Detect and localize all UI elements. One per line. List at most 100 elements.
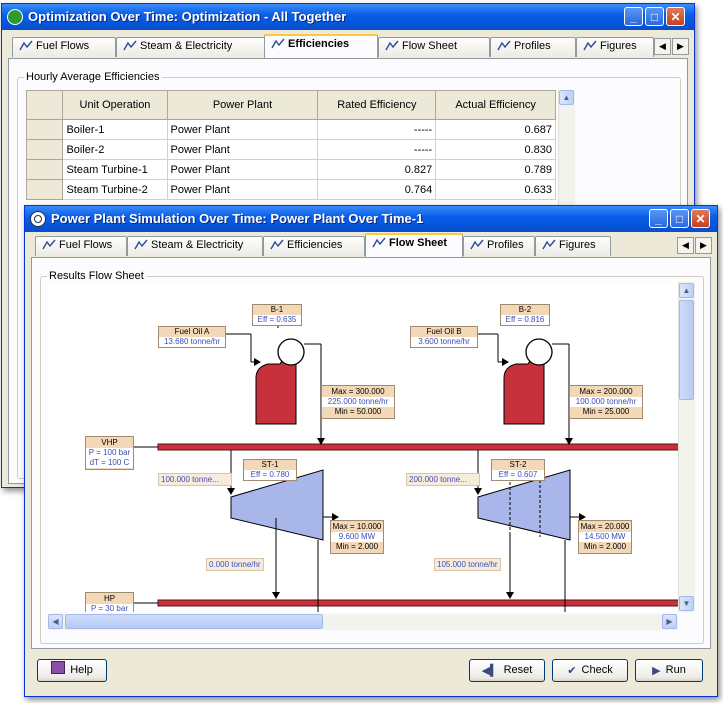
table-cell[interactable]: 0.830 [435,139,556,160]
b2-eff: Eff = 0.816 [501,315,549,325]
chart-icon [134,239,148,250]
tab-fuel-flows[interactable]: Fuel Flows [12,37,116,57]
table-vertical-scrollbar[interactable]: ▲ [558,90,575,210]
scroll-up-button[interactable]: ▲ [559,90,574,105]
scroll-left-button[interactable]: ◀ [48,614,63,629]
scroll-up-button[interactable]: ▲ [679,283,694,298]
hp-header-label[interactable]: HP P = 30 bar [85,592,134,612]
row-header[interactable] [25,179,64,200]
col-header-rated-efficiency[interactable]: Rated Efficiency [317,90,437,120]
scroll-right-button[interactable]: ▶ [662,614,677,629]
table-cell[interactable]: Boiler-1 [62,119,168,140]
minimize-button[interactable]: _ [624,7,643,26]
st2-extraction-flow[interactable]: 105.000 tonne/hr [434,558,501,571]
table-cell[interactable]: ----- [317,119,437,140]
tab-steam-electricity[interactable]: Steam & Electricity [116,37,266,57]
st2-inlet-flow[interactable]: 200.000 tonne... [406,473,480,486]
row-header[interactable] [25,119,64,140]
reset-button[interactable]: ◀▍ Reset [469,659,545,682]
st2-power: 14.500 MW [579,532,631,542]
table-row[interactable]: Boiler-1 Power Plant ----- 0.687 [25,119,556,140]
table-cell[interactable]: ----- [317,139,437,160]
rewind-icon: ◀▍ [481,665,499,677]
maximize-button[interactable]: □ [670,209,689,228]
row-header[interactable] [25,159,64,180]
hp-name: HP [103,594,116,603]
vhp-header-label[interactable]: VHP P = 100 bar dT = 100 C [85,436,134,470]
efficiencies-table: Unit Operation Power Plant Rated Efficie… [25,90,556,200]
table-cell[interactable]: Steam Turbine-1 [62,159,168,180]
table-cell[interactable]: Boiler-2 [62,139,168,160]
tab-profiles[interactable]: Profiles [490,37,576,57]
table-cell[interactable]: Power Plant [166,179,319,200]
flow-sheet-vertical-scrollbar[interactable]: ▲ ▼ [678,282,695,612]
front-titlebar[interactable]: Power Plant Simulation Over Time: Power … [25,206,717,232]
st1-limits[interactable]: Max = 10.000 9.600 MW Min = 2.000 [330,520,384,554]
st1-eff: Eff = 0.780 [244,470,296,480]
horizontal-scroll-thumb[interactable] [65,614,323,629]
run-button[interactable]: ▶ Run [635,659,703,682]
tab-efficiencies[interactable]: Efficiencies [263,236,365,256]
boiler-2-limits[interactable]: Max = 200.000 100.000 tonne/hr Min = 25.00… [569,385,643,419]
maximize-button[interactable]: □ [645,7,664,26]
tab-scroll-left-button[interactable]: ◀ [654,38,671,55]
table-cell[interactable]: Power Plant [166,139,319,160]
table-cell[interactable]: 0.633 [435,179,556,200]
tab-label: Figures [600,40,637,52]
back-tab-strip: Fuel Flows Steam & Electricity Efficienc… [8,34,689,58]
table-row[interactable]: Steam Turbine-2 Power Plant 0.764 0.633 [25,179,556,200]
table-cell[interactable]: 0.827 [317,159,437,180]
boiler-1-limits[interactable]: Max = 300.000 225.000 tonne/hr Min = 50.00… [321,385,395,419]
col-header-unit-operation[interactable]: Unit Operation [62,90,168,120]
vertical-scroll-thumb[interactable] [679,300,694,400]
tab-fuel-flows[interactable]: Fuel Flows [35,236,127,256]
tab-profiles[interactable]: Profiles [463,236,535,256]
tab-flow-sheet[interactable]: Flow Sheet [365,233,463,257]
st1-extraction-flow[interactable]: 0.000 tonne/hr [206,558,264,571]
b2-name: B-2 [501,305,549,315]
fuel-oil-a-label[interactable]: Fuel Oil A 13.680 tonne/hr [158,326,226,348]
tab-efficiencies[interactable]: Efficiencies [264,34,378,58]
table-cell[interactable]: Power Plant [166,119,319,140]
tab-scroll-left-button[interactable]: ◀ [677,237,694,254]
check-button[interactable]: ✔ Check [552,659,628,682]
fuel-a-name: Fuel Oil A [159,327,225,337]
chart-icon [497,40,511,51]
flow-sheet-horizontal-scrollbar[interactable]: ◀ ▶ [48,614,678,630]
close-button[interactable]: ✕ [666,7,685,26]
table-cell[interactable]: Power Plant [166,159,319,180]
tab-steam-electricity[interactable]: Steam & Electricity [127,236,263,256]
fuel-oil-b-label[interactable]: Fuel Oil B 3.600 tonne/hr [410,326,478,348]
back-titlebar[interactable]: Optimization Over Time: Optimization - A… [2,4,694,30]
table-row[interactable]: Steam Turbine-1 Power Plant 0.827 0.789 [25,159,556,180]
tab-figures[interactable]: Figures [576,37,654,57]
b2-max: Max = 200.000 [579,387,633,396]
help-button[interactable]: Help [37,659,107,682]
col-header-power-plant[interactable]: Power Plant [166,90,319,120]
row-header[interactable] [25,139,64,160]
tab-label: Steam & Electricity [140,40,233,52]
tab-figures[interactable]: Figures [535,236,611,256]
col-header-actual-efficiency[interactable]: Actual Efficiency [435,90,556,120]
steam-turbine-1-label[interactable]: ST-1 Eff = 0.780 [243,459,297,481]
st2-limits[interactable]: Max = 20.000 14.500 MW Min = 2.000 [578,520,632,554]
tab-label: Efficiencies [288,38,350,50]
table-cell[interactable]: 0.687 [435,119,556,140]
chart-icon [372,237,386,248]
boiler-2-label[interactable]: B-2 Eff = 0.816 [500,304,550,326]
steam-turbine-2-label[interactable]: ST-2 Eff = 0.607 [491,459,545,481]
tab-scroll-right-button[interactable]: ▶ [672,38,689,55]
tab-flow-sheet[interactable]: Flow Sheet [378,37,490,57]
st1-inlet-flow[interactable]: 100.000 tonne... [158,473,232,486]
tab-scroll-right-button[interactable]: ▶ [695,237,712,254]
table-cell[interactable]: Steam Turbine-2 [62,179,168,200]
scroll-down-button[interactable]: ▼ [679,596,694,611]
boiler-1-label[interactable]: B-1 Eff = 0.635 [252,304,302,326]
table-cell[interactable]: 0.789 [435,159,556,180]
table-cell[interactable]: 0.764 [317,179,437,200]
close-button[interactable]: ✕ [691,209,710,228]
help-label: Help [70,664,93,676]
table-row[interactable]: Boiler-2 Power Plant ----- 0.830 [25,139,556,160]
b1-flow: 225.000 tonne/hr [322,397,394,407]
minimize-button[interactable]: _ [649,209,668,228]
